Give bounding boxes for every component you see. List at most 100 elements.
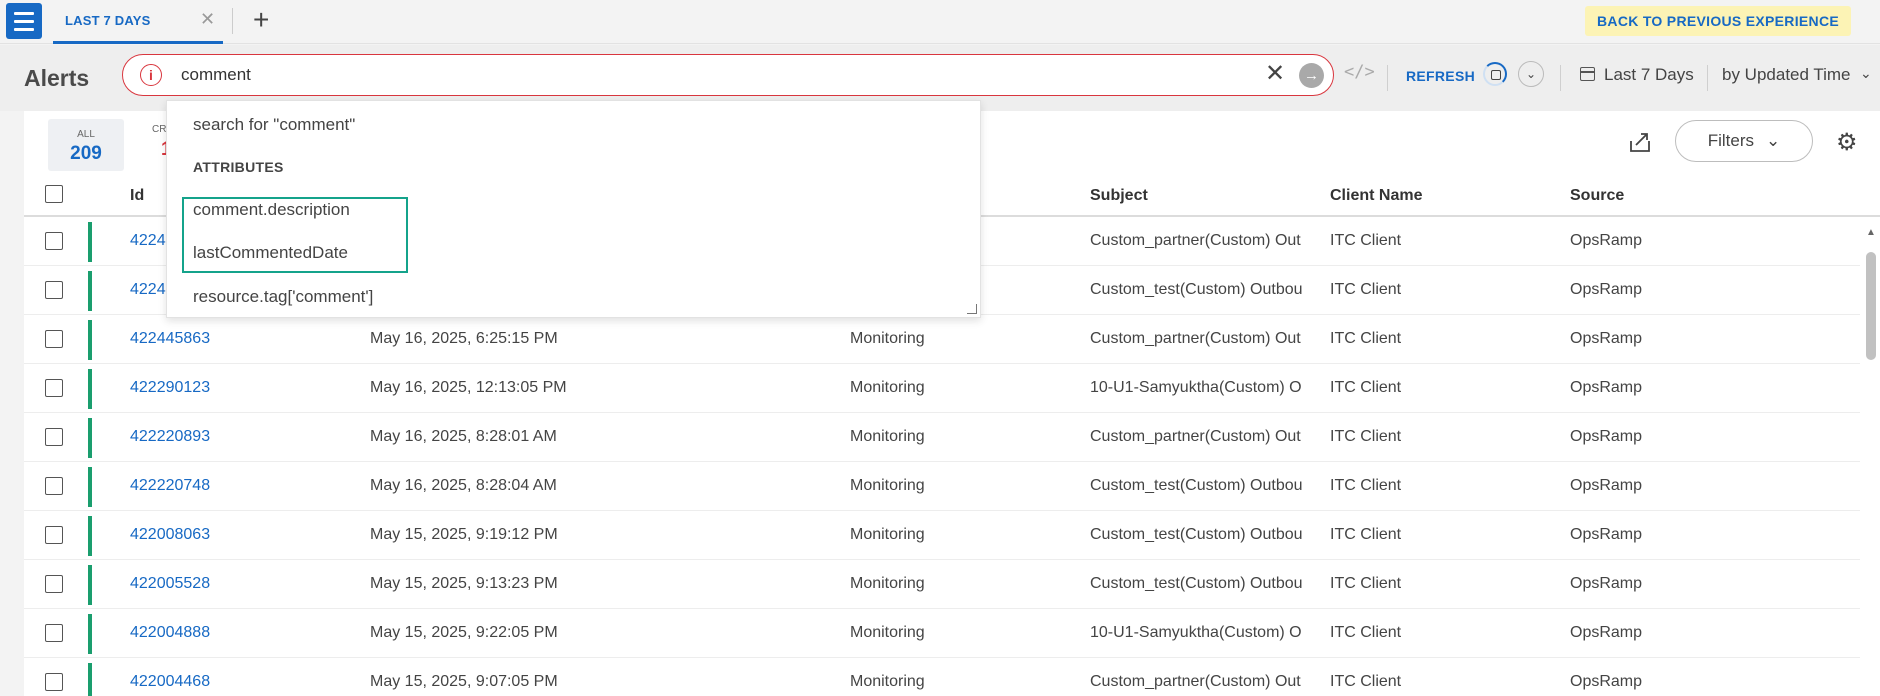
updated-time: May 15, 2025, 9:19:12 PM: [370, 526, 558, 543]
row-checkbox[interactable]: [45, 477, 63, 495]
alert-id-link[interactable]: 422004468: [130, 673, 210, 691]
alert-subject: Custom_partner(Custom) Out: [1090, 673, 1301, 690]
alert-id-link[interactable]: 422220748: [130, 477, 210, 495]
alert-type: Monitoring: [850, 673, 925, 690]
table-row[interactable]: 422005528 May 15, 2025, 9:13:23 PM Monitor…: [24, 560, 1860, 609]
resize-handle[interactable]: [967, 304, 977, 314]
error-icon: i: [140, 64, 162, 86]
alert-type: Monitoring: [850, 477, 925, 494]
table-row[interactable]: 422445863 May 16, 2025, 6:25:15 PM Monitor…: [24, 315, 1860, 364]
updated-time: May 16, 2025, 12:13:05 PM: [370, 379, 567, 396]
attribute-suggestion[interactable]: comment.description: [193, 200, 350, 220]
tab-close-icon[interactable]: ✕: [200, 9, 215, 30]
alert-id-link[interactable]: 422008063: [130, 526, 210, 544]
source: OpsRamp: [1570, 379, 1643, 396]
source: OpsRamp: [1570, 232, 1643, 249]
sort-selector[interactable]: by Updated Time: [1722, 65, 1851, 85]
updated-time: May 15, 2025, 9:13:23 PM: [370, 575, 558, 592]
back-to-previous-experience-button[interactable]: BACK TO PREVIOUS EXPERIENCE: [1585, 6, 1851, 36]
alert-id-link[interactable]: 4224: [130, 232, 166, 250]
alert-subject: 10-U1-Samyuktha(Custom) O: [1090, 379, 1302, 396]
alert-type: Monitoring: [850, 379, 925, 396]
clear-search-icon[interactable]: ✕: [1265, 59, 1285, 88]
attribute-suggestion[interactable]: resource.tag['comment']: [193, 287, 373, 307]
status-bar: [88, 369, 92, 409]
code-view-icon[interactable]: </>: [1344, 62, 1375, 82]
alert-id-link[interactable]: 4224: [130, 281, 166, 299]
hamburger-menu-icon[interactable]: [6, 3, 42, 39]
status-bar: [88, 271, 92, 311]
filters-button[interactable]: Filters ⌄: [1675, 120, 1813, 162]
search-input[interactable]: [181, 62, 1181, 88]
row-checkbox[interactable]: [45, 428, 63, 446]
row-checkbox[interactable]: [45, 330, 63, 348]
client-name: ITC Client: [1330, 281, 1402, 298]
source: OpsRamp: [1570, 428, 1643, 445]
alert-id-link[interactable]: 422005528: [130, 575, 210, 593]
status-bar: [88, 418, 92, 458]
column-header-subject[interactable]: Subject: [1090, 187, 1148, 205]
column-header-client-name[interactable]: Client Name: [1330, 187, 1422, 205]
alert-id-link[interactable]: 422220893: [130, 428, 210, 446]
table-row[interactable]: 422220748 May 16, 2025, 8:28:04 AM Monitor…: [24, 462, 1860, 511]
table-row[interactable]: 422220893 May 16, 2025, 8:28:01 AM Monitor…: [24, 413, 1860, 462]
scrollbar-thumb[interactable]: [1866, 252, 1876, 360]
chevron-down-icon[interactable]: ⌄: [1518, 61, 1544, 87]
search-submit-icon[interactable]: →: [1299, 63, 1324, 88]
client-name: ITC Client: [1330, 477, 1402, 494]
row-checkbox[interactable]: [45, 575, 63, 593]
alert-id-link[interactable]: 422290123: [130, 379, 210, 397]
alert-type: Monitoring: [850, 526, 925, 543]
row-checkbox[interactable]: [45, 673, 63, 691]
table-row[interactable]: 422290123 May 16, 2025, 12:13:05 PM Monito…: [24, 364, 1860, 413]
status-bar: [88, 320, 92, 360]
all-count-tile[interactable]: ALL 209: [48, 119, 124, 171]
alert-type: Monitoring: [850, 428, 925, 445]
updated-time: May 16, 2025, 6:25:15 PM: [370, 330, 558, 347]
divider: [1560, 65, 1561, 91]
column-header-source[interactable]: Source: [1570, 187, 1624, 205]
alert-id-link[interactable]: 422445863: [130, 330, 210, 348]
alert-id-link[interactable]: 422004888: [130, 624, 210, 642]
table-row[interactable]: 422004468 May 15, 2025, 9:07:05 PM Monitor…: [24, 658, 1860, 696]
auto-refresh-icon[interactable]: [1483, 62, 1507, 86]
search-for-suggestion[interactable]: search for "comment": [193, 115, 355, 135]
updated-time: May 16, 2025, 8:28:04 AM: [370, 477, 557, 494]
source: OpsRamp: [1570, 281, 1643, 298]
row-checkbox[interactable]: [45, 526, 63, 544]
search-suggestions-dropdown: search for "comment" ATTRIBUTES comment.…: [166, 100, 981, 318]
row-checkbox[interactable]: [45, 379, 63, 397]
alert-subject: Custom_partner(Custom) Out: [1090, 428, 1301, 445]
refresh-button[interactable]: REFRESH: [1406, 68, 1475, 84]
sort-chevron-down-icon[interactable]: ⌄: [1860, 65, 1872, 82]
alert-type: Monitoring: [850, 330, 925, 347]
export-icon[interactable]: [1627, 129, 1653, 155]
add-tab-icon[interactable]: +: [253, 4, 269, 36]
row-checkbox[interactable]: [45, 281, 63, 299]
alert-subject: Custom_test(Custom) Outbou: [1090, 281, 1303, 298]
tab-last-7-days[interactable]: LAST 7 DAYS ✕: [53, 0, 223, 44]
client-name: ITC Client: [1330, 673, 1402, 690]
alert-type: Monitoring: [850, 624, 925, 641]
column-header-id[interactable]: Id: [130, 187, 144, 205]
scroll-up-icon[interactable]: ▲: [1866, 227, 1876, 238]
search-box[interactable]: i ✕ →: [122, 54, 1334, 96]
divider: [1707, 65, 1708, 91]
table-row[interactable]: 422008063 May 15, 2025, 9:19:12 PM Monitor…: [24, 511, 1860, 560]
attribute-suggestion[interactable]: lastCommentedDate: [193, 243, 348, 263]
status-bar: [88, 516, 92, 556]
top-tab-bar: LAST 7 DAYS ✕ + BACK TO PREVIOUS EXPERIE…: [0, 0, 1880, 44]
alert-subject: Custom_test(Custom) Outbou: [1090, 575, 1303, 592]
gear-icon[interactable]: ⚙: [1836, 128, 1858, 157]
filters-label: Filters: [1707, 131, 1755, 150]
row-checkbox[interactable]: [45, 232, 63, 250]
tab-label: LAST 7 DAYS: [65, 13, 151, 28]
alert-subject: Custom_test(Custom) Outbou: [1090, 477, 1303, 494]
row-checkbox[interactable]: [45, 624, 63, 642]
table-row[interactable]: 422004888 May 15, 2025, 9:22:05 PM Monitor…: [24, 609, 1860, 658]
select-all-checkbox[interactable]: [45, 185, 63, 203]
alert-subject: Custom_test(Custom) Outbou: [1090, 526, 1303, 543]
period-selector[interactable]: Last 7 Days: [1604, 65, 1694, 85]
source: OpsRamp: [1570, 575, 1643, 592]
client-name: ITC Client: [1330, 526, 1402, 543]
